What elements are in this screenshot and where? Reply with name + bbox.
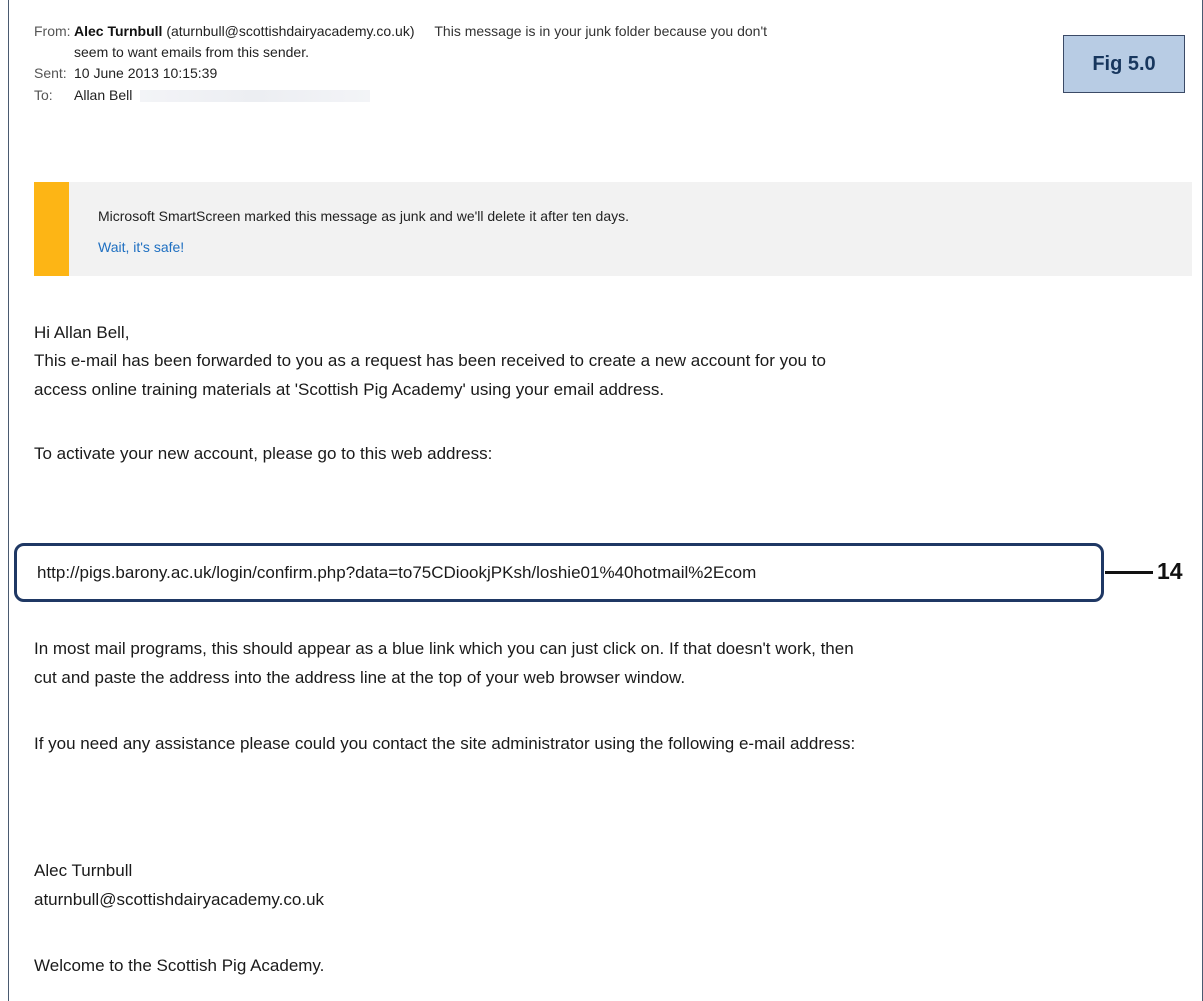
body-paragraph-3-line-1: In most mail programs, this should appea…: [34, 639, 854, 658]
junk-folder-notice-line2: seem to want emails from this sender.: [74, 44, 309, 60]
signature-name: Alec Turnbull: [34, 861, 133, 880]
to-row: To: Allan Bell: [34, 86, 371, 104]
sent-row: Sent: 10 June 2013 10:15:39: [34, 64, 217, 82]
body-paragraph-2: To activate your new account, please go …: [34, 444, 493, 463]
junk-warning-bar: [34, 182, 69, 276]
redacted-recipient-email: [140, 90, 371, 103]
greeting: Hi Allan Bell,: [34, 323, 130, 342]
callout-number: 14: [1157, 558, 1183, 584]
email-frame: [8, 0, 1203, 1001]
junk-notice-continued-row: seem to want emails from this sender.: [34, 43, 309, 61]
to-label: To:: [34, 87, 53, 103]
body-paragraph-4: If you need any assistance please could …: [34, 734, 856, 753]
body-paragraph-1-line-1: This e-mail has been forwarded to you as…: [34, 351, 826, 370]
mark-safe-link[interactable]: Wait, it's safe!: [98, 238, 184, 256]
sent-date: 10 June 2013 10:15:39: [74, 65, 218, 81]
sent-label: Sent:: [34, 65, 67, 81]
closing-line: Welcome to the Scottish Pig Academy.: [34, 956, 325, 975]
smartscreen-junk-banner: Microsoft SmartScreen marked this messag…: [34, 182, 1192, 276]
activation-url[interactable]: http://pigs.barony.ac.uk/login/confirm.p…: [37, 559, 756, 587]
sender-name[interactable]: Alec Turnbull: [74, 23, 162, 39]
figure-label: Fig 5.0: [1063, 35, 1185, 93]
body-paragraph-3-line-2: cut and paste the address into the addre…: [34, 668, 686, 687]
sender-email[interactable]: (aturnbull@scottishdairyacademy.co.uk): [166, 23, 414, 39]
from-label: From:: [34, 23, 71, 39]
from-row: From: Alec Turnbull (aturnbull@scottishda…: [34, 22, 767, 40]
junk-banner-message: Microsoft SmartScreen marked this messag…: [98, 208, 630, 224]
callout-line: [1105, 571, 1153, 574]
highlighted-url-box: http://pigs.barony.ac.uk/login/confirm.p…: [14, 543, 1104, 602]
recipient-name[interactable]: Allan Bell: [74, 87, 132, 103]
body-paragraph-1-line-2: access online training materials at 'Sco…: [34, 380, 665, 399]
junk-folder-notice: This message is in your junk folder beca…: [434, 23, 768, 39]
signature-email[interactable]: aturnbull@scottishdairyacademy.co.uk: [34, 886, 324, 914]
